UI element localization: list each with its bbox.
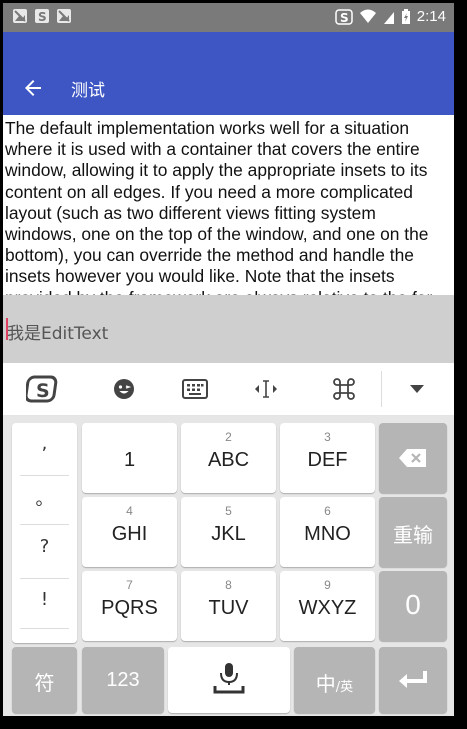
backspace-key[interactable] <box>379 423 447 493</box>
language-switch-key[interactable]: 中/英 <box>294 647 375 713</box>
notification-image-icon <box>13 9 27 23</box>
back-arrow-icon[interactable] <box>21 76 51 100</box>
key-0[interactable]: 0 <box>379 571 447 641</box>
key-8-tuv[interactable]: 8 TUV <box>181 571 276 641</box>
punctuation-divider <box>20 524 69 525</box>
key-label: 1 <box>123 449 136 471</box>
cursor-move-icon[interactable] <box>240 363 292 415</box>
notification-icons: S <box>13 9 71 23</box>
key-number: 2 <box>225 430 232 444</box>
signal-icon <box>383 11 394 24</box>
app-bar: 测试 <box>3 32 454 115</box>
punctuation-period-key[interactable]: 。 <box>12 485 77 533</box>
content-text: The default implementation works well fo… <box>5 118 433 298</box>
key-9-wxyz[interactable]: 9 WXYZ <box>280 571 375 641</box>
microphone-icon <box>213 663 245 694</box>
backspace-icon <box>399 449 426 467</box>
notification-image-icon-2 <box>57 9 71 23</box>
system-status-icons: S 2:14 <box>335 8 446 25</box>
punctuation-divider <box>20 475 69 476</box>
num123-key[interactable]: 123 <box>82 647 164 713</box>
battery-icon <box>401 8 410 24</box>
punctuation-exclaim-key[interactable]: ! <box>12 589 77 637</box>
svg-text:S: S <box>36 380 50 402</box>
status-time: 2:14 <box>416 8 446 25</box>
punctuation-column: , 。 ? ! <box>12 423 77 643</box>
key-6-mno[interactable]: 6 MNO <box>280 497 375 567</box>
space-voice-key[interactable] <box>168 647 290 713</box>
key-label: WXYZ <box>298 597 357 619</box>
edit-text-placeholder: 我是EditText <box>7 324 109 344</box>
edit-text-field[interactable]: 我是EditText <box>3 295 454 363</box>
svg-text:S: S <box>38 10 47 23</box>
language-switch-label: 中/英 <box>294 668 375 697</box>
key-1[interactable]: 1 <box>82 423 177 493</box>
key-label: MNO <box>304 523 351 545</box>
key-7-pqrs[interactable]: 7 PQRS <box>82 571 177 641</box>
key-number: 7 <box>126 578 133 592</box>
sogou-logo-icon[interactable]: S <box>17 363 69 415</box>
symbol-label: 符 <box>34 671 55 695</box>
key-number: 8 <box>225 578 232 592</box>
phone-screen: S S 2:14 测试 The default implementation w… <box>3 3 454 716</box>
emoji-icon[interactable] <box>98 363 150 415</box>
punctuation-divider <box>20 628 69 629</box>
page-title: 测试 <box>71 81 105 101</box>
key-3-def[interactable]: 3 DEF <box>280 423 375 493</box>
symbol-key[interactable]: 符 <box>12 647 77 713</box>
key-2-abc[interactable]: 2 ABC <box>181 423 276 493</box>
svg-text:S: S <box>340 11 349 25</box>
sogou-notification-icon: S <box>35 9 49 23</box>
key-label: JKL <box>211 523 246 545</box>
key-label: ABC <box>207 449 250 471</box>
language-main-label: 中 <box>315 672 336 696</box>
reenter-key[interactable]: 重输 <box>379 497 447 567</box>
key-label: TUV <box>208 597 249 619</box>
punctuation-comma-key[interactable]: , <box>12 433 77 481</box>
collapse-keyboard-icon[interactable] <box>391 363 443 415</box>
enter-icon <box>399 671 427 688</box>
punctuation-question-key[interactable]: ? <box>12 536 77 584</box>
key-label: GHI <box>111 523 148 545</box>
keyboard-layout-icon[interactable] <box>169 363 221 415</box>
enter-key[interactable] <box>379 647 447 713</box>
toolbar-divider <box>381 371 382 407</box>
key-number: 4 <box>126 504 133 518</box>
punctuation-divider <box>20 578 69 579</box>
keyboard-panel: , 。 ? ! 1 2 ABC 3 DEF 4 GHI 5 JKL 6 MNO … <box>3 416 454 716</box>
key-number: 6 <box>324 504 331 518</box>
key-number: 5 <box>225 504 232 518</box>
key-5-jkl[interactable]: 5 JKL <box>181 497 276 567</box>
num123-label: 123 <box>106 669 140 691</box>
sogou-status-icon: S <box>335 8 353 25</box>
status-bar: S S 2:14 <box>3 3 454 32</box>
key-number: 3 <box>324 430 331 444</box>
key-4-ghi[interactable]: 4 GHI <box>82 497 177 567</box>
wifi-icon <box>359 9 376 23</box>
ime-toolbar: S <box>3 363 454 416</box>
key-label: PQRS <box>101 597 158 619</box>
command-icon[interactable] <box>318 363 370 415</box>
reenter-label: 重输 <box>393 523 433 547</box>
language-sub-label: /英 <box>335 680 354 695</box>
key-number: 9 <box>324 578 331 592</box>
bottom-edge <box>0 716 467 729</box>
key-label: 0 <box>405 589 421 620</box>
key-label: DEF <box>307 449 348 471</box>
